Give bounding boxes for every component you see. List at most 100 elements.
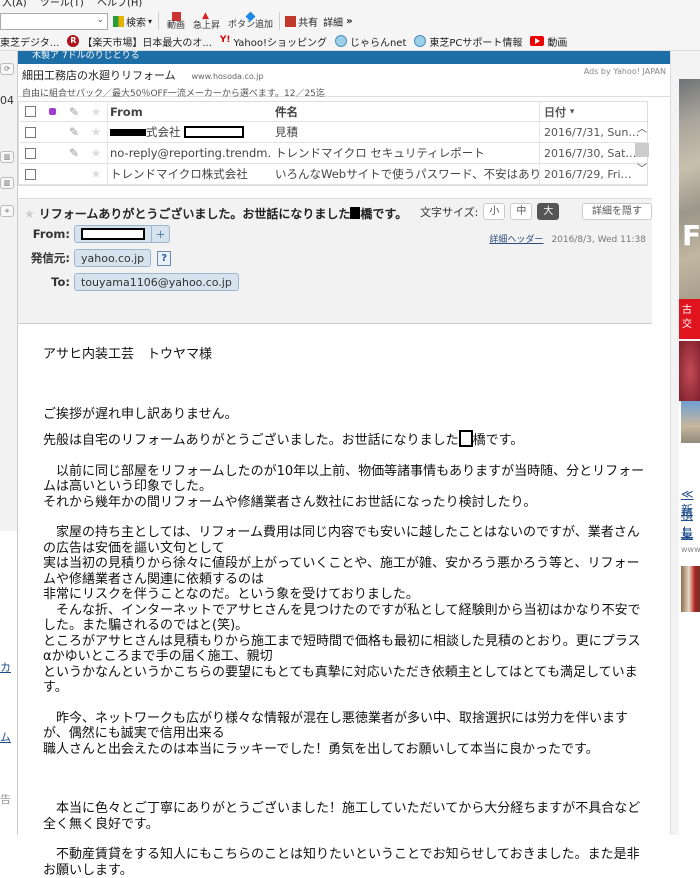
favorite-yahoo-shopping[interactable]: Y! Yahoo!ショッピング bbox=[220, 34, 327, 49]
ad-url[interactable]: www.hosoda.co.jp bbox=[192, 72, 264, 81]
sender-domain-pill[interactable]: yahoo.co.jp bbox=[74, 249, 152, 267]
details-button[interactable]: 詳細 » bbox=[323, 14, 352, 29]
to-address-pill[interactable]: touyama1106@yahoo.co.jp bbox=[74, 273, 239, 291]
rising-button[interactable]: ▲ 急上昇 bbox=[193, 11, 220, 31]
mail-row[interactable]: ✎ ★ 式会社 見積 2016/7/31, Sun… bbox=[19, 122, 647, 143]
favorite-label: 東芝PCサポート情報 bbox=[429, 37, 523, 49]
favorite-rakuten[interactable]: R 【楽天市場】日本最大のオ... bbox=[67, 34, 212, 49]
ad-red-band[interactable]: 古 交 bbox=[679, 299, 700, 339]
ad-image-roof[interactable]: F bbox=[679, 79, 700, 299]
row-checkbox[interactable] bbox=[24, 147, 36, 159]
menu-item-help[interactable]: ヘルプ(H) bbox=[97, 0, 142, 9]
redaction-box bbox=[350, 207, 361, 219]
add-contact-icon[interactable]: + bbox=[152, 225, 170, 243]
font-size-small-button[interactable]: 小 bbox=[483, 203, 506, 220]
message-datetime: 2016/8/3, Wed 11:38 bbox=[551, 235, 646, 245]
hide-details-button[interactable]: 詳細を隠す bbox=[582, 203, 652, 220]
mail-main-panel: 木製ア 7ドルのりじとりる 細田工務店の水廻りリフォーム www.hosoda.… bbox=[18, 51, 670, 878]
font-size-large-button[interactable]: 大 bbox=[537, 203, 560, 220]
mail-date: 2016/7/30, Sat… bbox=[539, 143, 643, 163]
mail-row[interactable]: ★ トレンドマイクロ株式会社 いろんなWebサイトで使うパスワード、不安はありま… bbox=[19, 164, 647, 185]
address-dropdown[interactable]: ⌄ bbox=[0, 12, 108, 30]
font-size-control: 文字サイズ: 小 中 大 bbox=[420, 203, 560, 220]
trash-icon[interactable]: ▥ bbox=[0, 151, 14, 163]
flag-icon[interactable] bbox=[48, 108, 56, 115]
to-label: To: bbox=[51, 275, 70, 289]
add-button[interactable]: ボタン追加 bbox=[228, 11, 273, 30]
body-text: 先般は自宅のリフォームありがとうございました。お世話になりました bbox=[43, 433, 459, 448]
ie-icon bbox=[334, 35, 347, 47]
from-address-pill[interactable] bbox=[74, 225, 152, 243]
menu-item[interactable]: 入(A) bbox=[2, 0, 27, 9]
search-button[interactable]: 検索 ▾ bbox=[113, 14, 152, 29]
share-button[interactable]: 共有 bbox=[285, 14, 318, 29]
column-from[interactable]: From bbox=[107, 102, 271, 121]
help-icon[interactable]: ? bbox=[157, 250, 172, 266]
star-icon[interactable]: ★ bbox=[85, 105, 107, 119]
row-checkbox[interactable] bbox=[24, 126, 36, 138]
youtube-icon bbox=[171, 11, 181, 21]
ad-image-interior[interactable] bbox=[681, 566, 700, 612]
message-body: アサヒ内装工芸 トウヤマ様 ご挨拶が遅れ申し訳ありません。 先般は自宅のリフォー… bbox=[18, 325, 658, 878]
mail-from: no-reply@reporting.trendm… bbox=[107, 143, 271, 163]
mail-list: ✎ ★ From 件名 日付 ▾ ✎ ★ 式会社 見積 2016/7/31, S… bbox=[18, 101, 649, 186]
youtube-icon bbox=[530, 36, 545, 46]
font-size-medium-button[interactable]: 中 bbox=[510, 203, 533, 220]
redaction-box bbox=[81, 228, 145, 240]
search-label: 検索 bbox=[126, 17, 146, 29]
ad-image-building[interactable] bbox=[681, 401, 700, 443]
menu-item-tools[interactable]: ツール(T) bbox=[40, 0, 84, 9]
body-paragraph: 先般は自宅のリフォームありがとうございました。お世話になりました 橋です。 bbox=[43, 430, 648, 449]
left-link[interactable]: カ bbox=[0, 659, 11, 675]
dropdown-arrow-icon[interactable]: ▾ bbox=[148, 17, 152, 26]
scroll-thumb[interactable] bbox=[635, 143, 649, 157]
chevron-down-icon[interactable]: ﹀ bbox=[635, 163, 649, 177]
star-icon[interactable]: ★ bbox=[85, 146, 107, 160]
select-all-checkbox[interactable] bbox=[24, 106, 36, 117]
star-icon[interactable]: ★ bbox=[85, 167, 107, 181]
refresh-icon[interactable]: ⟳ bbox=[0, 63, 14, 75]
ad-url: www bbox=[681, 545, 700, 554]
body-paragraph: ところがアサヒさんは見積もりから施工まで短時間で価格も最初に相談した見積のとおり… bbox=[43, 633, 641, 665]
star-icon[interactable]: ★ bbox=[24, 207, 35, 221]
video-button[interactable]: 動画 bbox=[167, 11, 185, 31]
sort-desc-icon: ▾ bbox=[569, 106, 575, 117]
detail-header-link[interactable]: 詳細ヘッダー bbox=[489, 235, 543, 245]
paperclip-icon: ✎ bbox=[68, 125, 80, 139]
favorite-toshiba-digital[interactable]: 東芝デジタ... bbox=[0, 34, 59, 49]
trash-icon[interactable]: ▥ bbox=[0, 177, 14, 189]
star-icon[interactable]: ★ bbox=[85, 125, 107, 139]
favorite-label: 【楽天市場】日本最大のオ... bbox=[82, 37, 212, 49]
column-subject[interactable]: 件名 bbox=[271, 104, 539, 120]
rakuten-icon: R bbox=[67, 35, 80, 47]
ad-link[interactable]: 量 bbox=[681, 525, 693, 542]
left-ad-label: 告 bbox=[0, 793, 11, 806]
toolbar-divider bbox=[158, 12, 160, 30]
mail-list-scrollbar[interactable]: ︿ ﹀ bbox=[635, 123, 649, 186]
body-paragraph: 本当に色々とご丁寧にありがとうございました！施工していただいてから大分経ちますが… bbox=[43, 801, 641, 832]
favorite-jalan[interactable]: じゃらんnet bbox=[334, 34, 406, 49]
yahoo-icon: Y! bbox=[219, 35, 231, 45]
left-link[interactable]: ム bbox=[0, 729, 11, 745]
favorite-toshiba-support[interactable]: 東芝PCサポート情報 bbox=[414, 34, 522, 49]
favorite-video[interactable]: 動画 bbox=[530, 34, 567, 49]
redaction-box bbox=[184, 126, 245, 138]
paperclip-icon[interactable]: ✎ bbox=[63, 105, 85, 119]
ad-panel bbox=[679, 403, 700, 873]
text-ad[interactable]: 細田工務店の水廻りリフォーム www.hosoda.co.jp Ads by Y… bbox=[18, 64, 670, 99]
redaction-box bbox=[110, 128, 146, 136]
chevron-down-icon[interactable]: ⌄ bbox=[96, 15, 104, 25]
chevron-up-icon[interactable]: ︿ bbox=[635, 123, 649, 137]
details-label: 詳細 bbox=[323, 17, 344, 29]
row-checkbox[interactable] bbox=[24, 168, 36, 180]
add-icon[interactable]: + bbox=[0, 205, 14, 217]
ad-image[interactable] bbox=[679, 341, 700, 401]
mail-row[interactable]: ✎ ★ no-reply@reporting.trendm… トレンドマイクロ … bbox=[19, 143, 647, 164]
ad-title[interactable]: 細田工務店の水廻りリフォーム bbox=[22, 67, 176, 83]
more-chevron-icon[interactable]: » bbox=[346, 16, 352, 27]
mail-date: 2016/7/31, Sun… bbox=[539, 122, 643, 142]
column-date[interactable]: 日付 ▾ bbox=[539, 102, 643, 121]
redaction-box bbox=[458, 430, 473, 447]
mail-list-header: ✎ ★ From 件名 日付 ▾ bbox=[19, 102, 647, 122]
sender-domain-label: 発信元: bbox=[30, 251, 70, 265]
